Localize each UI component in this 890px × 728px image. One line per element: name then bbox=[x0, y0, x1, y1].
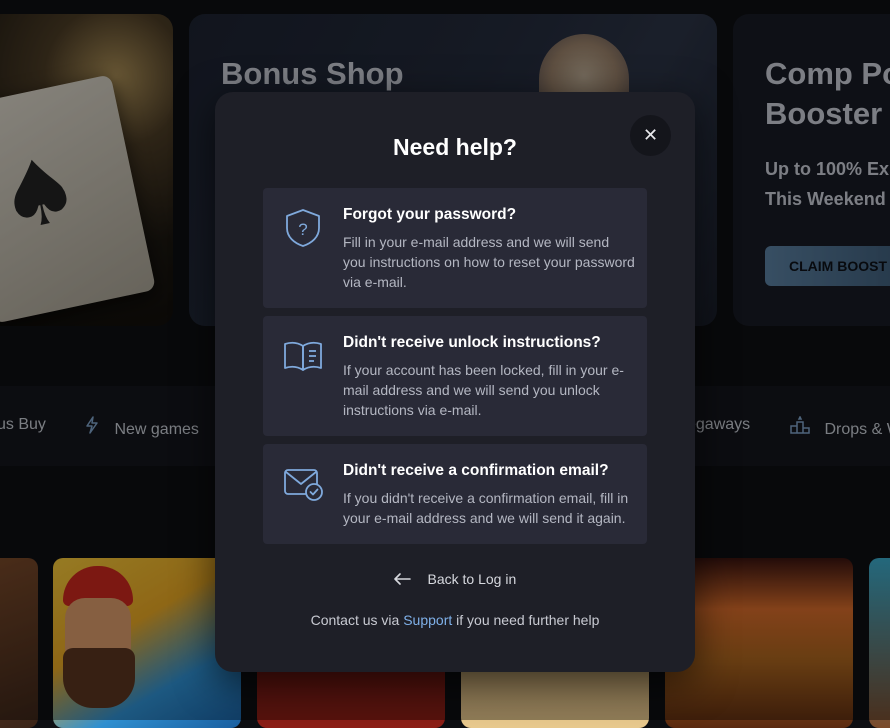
help-modal: Need help? ✕ ? Forgot your password? Fil… bbox=[215, 92, 695, 672]
option-description: If your account has been locked, fill in… bbox=[343, 362, 624, 418]
option-confirmation-email[interactable]: Didn't receive a confirmation email? If … bbox=[263, 444, 647, 544]
open-book-icon bbox=[281, 334, 325, 378]
option-description: If you didn't receive a confirmation ema… bbox=[343, 490, 629, 526]
modal-title: Need help? bbox=[393, 134, 517, 160]
option-heading: Didn't receive unlock instructions? bbox=[343, 334, 601, 351]
support-link[interactable]: Support bbox=[403, 612, 452, 628]
help-suffix: if you need further help bbox=[456, 612, 600, 628]
arrow-left-icon bbox=[393, 570, 416, 589]
svg-text:?: ? bbox=[298, 220, 307, 239]
envelope-check-icon bbox=[281, 462, 325, 506]
close-icon: ✕ bbox=[642, 125, 659, 145]
close-button[interactable]: ✕ bbox=[630, 115, 671, 156]
option-description: Fill in your e-mail address and we will … bbox=[343, 234, 635, 290]
option-heading: Forgot your password? bbox=[343, 206, 517, 223]
option-forgot-password[interactable]: ? Forgot your password? Fill in your e-m… bbox=[263, 188, 647, 308]
option-heading: Didn't receive a confirmation email? bbox=[343, 462, 609, 479]
back-to-login-link[interactable]: Back to Log in bbox=[215, 570, 695, 590]
help-prefix: Contact us via bbox=[310, 612, 400, 628]
shield-question-icon: ? bbox=[281, 206, 325, 250]
support-help-text: Contact us via Support if you need furth… bbox=[215, 612, 695, 628]
back-label: Back to Log in bbox=[427, 571, 517, 587]
option-unlock-instructions[interactable]: Didn't receive unlock instructions? If y… bbox=[263, 316, 647, 436]
